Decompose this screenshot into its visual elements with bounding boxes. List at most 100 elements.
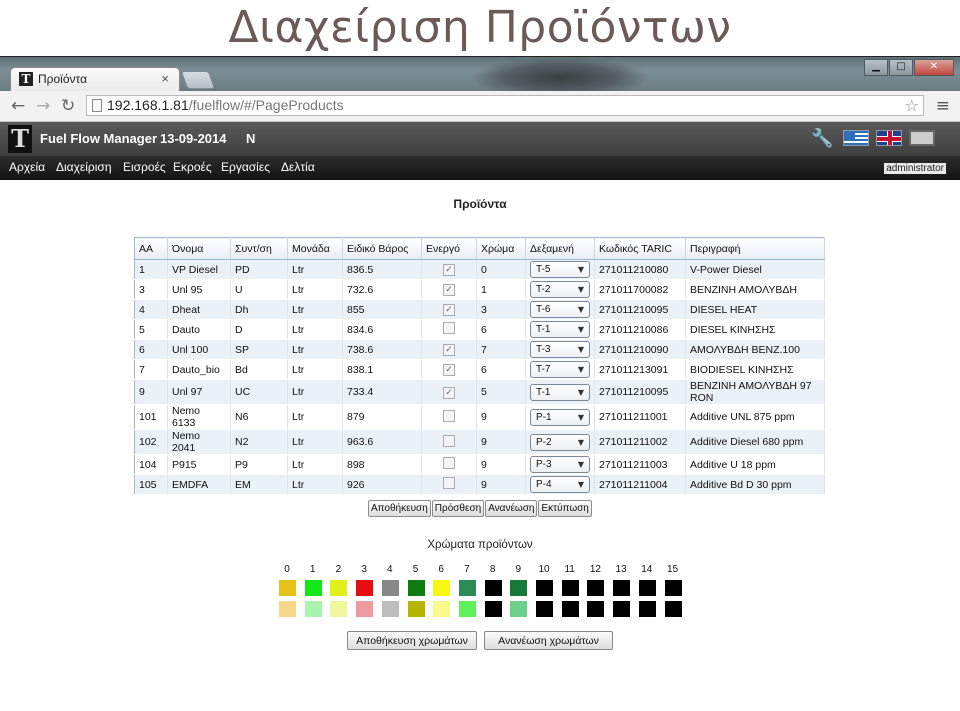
- active-checkbox[interactable]: [443, 434, 455, 447]
- table-row[interactable]: 1 VP Diesel PD Ltr 836.5 ✓ 0 T-5 ▼ 271011210080 V-…: [134, 259, 825, 280]
- tank-select[interactable]: P-2 ▼: [530, 433, 590, 451]
- col-header[interactable]: Ειδικό Βάρος: [342, 237, 422, 260]
- table-row[interactable]: 5 Dauto D Ltr 834.6 6 T-1 ▼ 271011210086 DIESEL Κ…: [134, 319, 825, 340]
- refresh-colors-button[interactable]: Ανανέωση χρωμάτων: [484, 631, 613, 650]
- tank-select[interactable]: P-4 ▼: [530, 476, 590, 493]
- table-row[interactable]: 3 Unl 95 U Ltr 732.6 ✓ 1 T-2 ▼ 271011700082 ΒΕΝΖΙΝ…: [134, 279, 825, 300]
- color-swatch-primary[interactable]: [484, 580, 502, 596]
- tank-select[interactable]: P-3 ▼: [530, 456, 590, 473]
- active-checkbox[interactable]: ✓: [443, 344, 455, 356]
- color-swatch-secondary[interactable]: [536, 601, 553, 617]
- color-swatch-primary[interactable]: [536, 580, 553, 596]
- color-swatch-primary[interactable]: [330, 580, 348, 596]
- menu-item-outputs[interactable]: Εκροές: [173, 160, 212, 174]
- color-swatch-primary[interactable]: [638, 580, 656, 596]
- color-swatch-secondary[interactable]: [664, 601, 682, 617]
- browser-tab[interactable]: T Προϊόντα ×: [10, 67, 180, 91]
- active-checkbox[interactable]: [443, 457, 455, 469]
- minimize-button[interactable]: ▁: [864, 59, 888, 76]
- color-swatch-primary[interactable]: [664, 580, 682, 596]
- color-swatch-secondary[interactable]: [587, 601, 605, 617]
- tank-select[interactable]: T-2 ▼: [530, 281, 590, 298]
- settings-wrench-icon[interactable]: 🔧: [811, 128, 833, 149]
- tank-select[interactable]: T-1 ▼: [530, 383, 590, 401]
- color-swatch-secondary[interactable]: [638, 601, 656, 617]
- color-swatch-secondary[interactable]: [304, 601, 322, 617]
- table-row[interactable]: 6 Unl 100 SP Ltr 738.6 ✓ 7 T-3 ▼ 271011210090 ΑΜΟΛ…: [134, 339, 825, 360]
- active-checkbox[interactable]: [443, 409, 455, 422]
- address-bar[interactable]: 192.168.1.81/fuelflow/#/PageProducts ☆: [86, 95, 924, 116]
- greek-flag-icon[interactable]: [843, 130, 869, 146]
- menu-item-tasks[interactable]: Εργασίες: [221, 160, 270, 174]
- table-row[interactable]: 105 EMDFA EM Ltr 926 9 P-4 ▼ 271011211004 Additiv…: [134, 474, 825, 495]
- bookmark-star-icon[interactable]: ☆: [905, 96, 919, 115]
- color-swatch-primary[interactable]: [613, 580, 631, 596]
- active-checkbox[interactable]: ✓: [443, 364, 455, 376]
- browser-menu-icon[interactable]: ≡: [936, 96, 950, 116]
- print-button[interactable]: Εκτύπωση: [538, 500, 592, 517]
- active-checkbox[interactable]: ✓: [443, 304, 455, 316]
- color-swatch-secondary[interactable]: [330, 601, 348, 617]
- table-row[interactable]: 7 Dauto_bio Bd Ltr 838.1 ✓ 6 T-7 ▼ 271011213091 BI…: [134, 359, 825, 380]
- maximize-button[interactable]: □: [889, 59, 913, 76]
- color-swatch-secondary[interactable]: [484, 601, 502, 617]
- new-tab-button[interactable]: [180, 71, 216, 89]
- table-row[interactable]: 9 Unl 97 UC Ltr 733.4 ✓ 5 T-1 ▼ 271011210095 ΒΕΝΖΙ…: [134, 379, 825, 405]
- color-swatch-primary[interactable]: [510, 580, 528, 596]
- save-button[interactable]: Αποθήκευση: [368, 500, 431, 517]
- tank-select[interactable]: T-1 ▼: [530, 321, 590, 338]
- col-header[interactable]: Κωδικός TARIC: [594, 237, 686, 260]
- active-checkbox[interactable]: [443, 477, 455, 489]
- table-row[interactable]: 104 P915 P9 Ltr 898 9 P-3 ▼ 271011211003 Additive…: [134, 454, 825, 475]
- color-swatch-primary[interactable]: [561, 580, 579, 596]
- active-checkbox[interactable]: ✓: [443, 386, 455, 399]
- tank-select[interactable]: T-6 ▼: [530, 301, 590, 318]
- color-swatch-secondary[interactable]: [381, 601, 399, 617]
- col-header[interactable]: Δεξαμενή: [525, 237, 595, 260]
- color-swatch-secondary[interactable]: [279, 601, 296, 617]
- tab-close-icon[interactable]: ×: [161, 71, 169, 86]
- active-checkbox[interactable]: [443, 322, 455, 334]
- menu-item-reports[interactable]: Δελτία: [281, 160, 315, 174]
- col-header[interactable]: Όνομα: [167, 237, 231, 260]
- color-swatch-primary[interactable]: [587, 580, 605, 596]
- color-swatch-primary[interactable]: [279, 580, 296, 596]
- back-icon[interactable]: ←: [11, 96, 25, 116]
- forward-icon[interactable]: →: [36, 96, 50, 116]
- col-header[interactable]: Συντ/ση: [230, 237, 288, 260]
- reload-icon[interactable]: ↻: [61, 96, 75, 116]
- color-swatch-primary[interactable]: [356, 580, 374, 596]
- color-swatch-primary[interactable]: [458, 580, 476, 596]
- color-swatch-secondary[interactable]: [613, 601, 631, 617]
- active-checkbox[interactable]: ✓: [443, 264, 455, 276]
- menu-item-files[interactable]: Αρχεία: [9, 160, 45, 174]
- color-swatch-secondary[interactable]: [561, 601, 579, 617]
- table-row[interactable]: 101 Nemo 6133 N6 Ltr 879 9 P-1 ▼ 271011211001 Add…: [134, 404, 825, 430]
- col-header[interactable]: Μονάδα: [287, 237, 343, 260]
- active-checkbox[interactable]: ✓: [443, 284, 455, 296]
- col-header[interactable]: Περιγραφή: [685, 237, 825, 260]
- uk-flag-icon[interactable]: [876, 130, 902, 146]
- save-colors-button[interactable]: Αποθήκευση χρωμάτων: [347, 631, 477, 650]
- color-swatch-primary[interactable]: [433, 580, 451, 596]
- table-row[interactable]: 4 Dheat Dh Ltr 855 ✓ 3 T-6 ▼ 271011210095 DIESEL H…: [134, 299, 825, 320]
- menu-item-management[interactable]: Διαχείριση: [56, 160, 112, 174]
- color-swatch-secondary[interactable]: [407, 601, 425, 617]
- col-header[interactable]: ΑΑ: [134, 237, 168, 260]
- card-icon[interactable]: [909, 130, 935, 146]
- tank-select[interactable]: T-5 ▼: [530, 261, 590, 278]
- tank-select[interactable]: T-3 ▼: [530, 341, 590, 358]
- color-swatch-primary[interactable]: [381, 580, 399, 596]
- color-swatch-secondary[interactable]: [458, 601, 476, 617]
- color-swatch-primary[interactable]: [407, 580, 425, 596]
- refresh-button[interactable]: Ανανέωση: [485, 500, 538, 517]
- color-swatch-secondary[interactable]: [356, 601, 374, 617]
- color-swatch-secondary[interactable]: [433, 601, 451, 617]
- window-close-button[interactable]: ✕: [914, 59, 954, 76]
- col-header[interactable]: Ενεργό: [421, 237, 477, 260]
- add-button[interactable]: Πρόσθεση: [431, 500, 485, 517]
- menu-item-inputs[interactable]: Εισροές: [123, 160, 166, 174]
- col-header[interactable]: Χρώμα: [476, 237, 526, 260]
- color-swatch-secondary[interactable]: [510, 601, 528, 617]
- tank-select[interactable]: P-1 ▼: [530, 408, 590, 426]
